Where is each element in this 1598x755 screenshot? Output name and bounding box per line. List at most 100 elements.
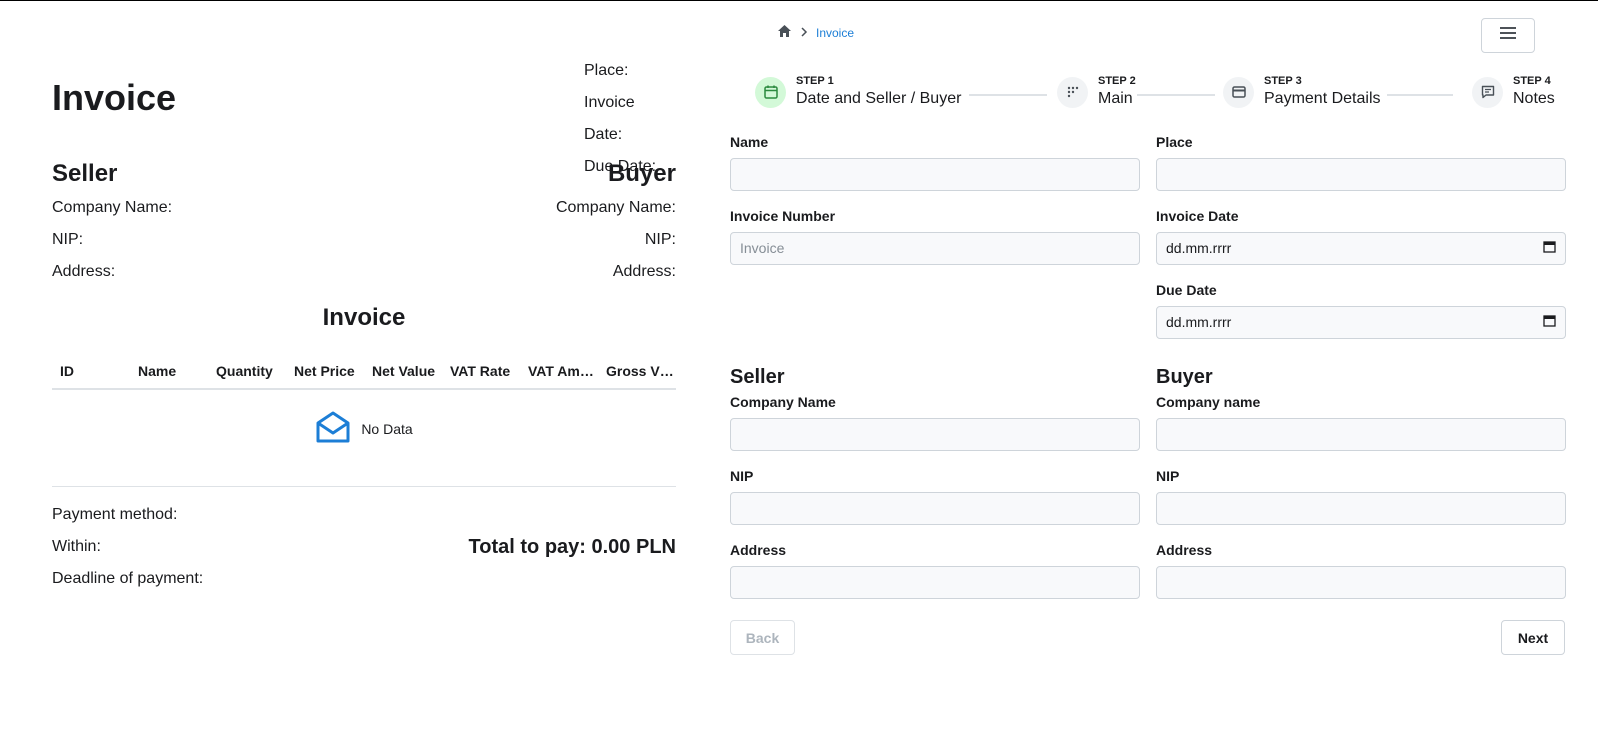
invoice-number-field: Invoice Number Invoice	[730, 206, 1140, 265]
buyer-address-field: Address	[1156, 540, 1566, 599]
step-label: Date and Seller / Buyer	[796, 90, 962, 107]
column-header[interactable]: Quantity	[208, 357, 286, 388]
due-date-input[interactable]: dd.mm.rrrr	[1156, 306, 1566, 339]
due-date-label: Due Date	[1156, 282, 1217, 298]
step-connector	[1387, 94, 1453, 96]
buyer-company-field: Company name	[1156, 392, 1566, 451]
credit-card-icon	[1223, 76, 1254, 108]
seller-address-label: Address	[730, 542, 787, 558]
payment-within: Within:	[52, 538, 101, 555]
buyer-nip-label: NIP	[1156, 468, 1180, 484]
top-border	[0, 0, 1598, 1]
preview-buyer: Buyer Company Name: NIP: Address:	[376, 158, 676, 288]
due-date-field: Due Date dd.mm.rrrr	[1156, 280, 1566, 339]
step-label: Main	[1098, 90, 1133, 107]
payment-info: Payment method: Within: Deadline of paym…	[52, 499, 203, 595]
invoice-number-input[interactable]: Invoice	[730, 232, 1140, 265]
place-input[interactable]	[1156, 158, 1566, 191]
buyer-section-heading: Buyer	[1156, 366, 1213, 388]
step-connector	[1137, 94, 1215, 96]
seller-company-label: Company Name	[730, 394, 836, 410]
buyer-nip-field: NIP	[1156, 466, 1566, 525]
seller-section-heading: Seller	[730, 366, 785, 388]
divider	[52, 486, 676, 487]
step-label: Payment Details	[1264, 90, 1381, 107]
table-empty-state: No Data	[52, 410, 676, 447]
seller-company-field: Company Name	[730, 392, 1140, 451]
step-1[interactable]: STEP 1 Date and Seller / Buyer	[755, 74, 961, 110]
name-label: Name	[730, 134, 769, 150]
home-icon[interactable]	[777, 24, 792, 41]
mail-open-icon	[315, 410, 351, 447]
invoice-date-field: Invoice Date dd.mm.rrrr	[1156, 206, 1566, 265]
back-button[interactable]: Back	[730, 620, 795, 655]
table-title: Invoice	[322, 304, 406, 331]
calendar-picker-icon[interactable]	[1543, 233, 1556, 264]
column-header[interactable]: VAT Rate	[442, 357, 520, 388]
next-button[interactable]: Next	[1501, 620, 1565, 655]
buyer-company-label: Company name	[1156, 394, 1261, 410]
column-header[interactable]: Net Price	[286, 357, 364, 388]
calendar-picker-icon[interactable]	[1543, 307, 1556, 338]
seller-nip-input[interactable]	[730, 492, 1140, 525]
step-number: STEP 3	[1264, 75, 1302, 87]
buyer-address: Address:	[612, 263, 676, 280]
due-date-value: dd.mm.rrrr	[1166, 314, 1232, 330]
buyer-nip: NIP:	[644, 231, 676, 248]
meta-invoice-date: Invoice Date:	[584, 94, 635, 143]
step-connector	[969, 94, 1047, 96]
invoice-number-label: Invoice Number	[730, 208, 836, 224]
table-header: ID Name Quantity Net Price Net Value VAT…	[52, 357, 676, 390]
no-data-text: No Data	[361, 420, 413, 437]
step-3[interactable]: STEP 3 Payment Details	[1223, 74, 1381, 110]
invoice-date-label: Invoice Date	[1156, 208, 1239, 224]
seller-address-input[interactable]	[730, 566, 1140, 599]
breadcrumb: Invoice	[777, 24, 854, 41]
preview-seller: Seller Company Name: NIP: Address:	[52, 158, 352, 288]
buyer-nip-input[interactable]	[1156, 492, 1566, 525]
column-header[interactable]: ID	[52, 357, 130, 388]
payment-method: Payment method:	[52, 506, 178, 523]
buyer-company: Company Name:	[555, 199, 676, 216]
step-2[interactable]: STEP 2 Main	[1057, 74, 1136, 110]
name-field: Name	[730, 132, 1140, 191]
meta-place: Place:	[584, 62, 629, 79]
step-number: STEP 1	[796, 75, 834, 87]
name-input[interactable]	[730, 158, 1140, 191]
chevron-right-icon	[800, 26, 808, 40]
invoice-date-input[interactable]: dd.mm.rrrr	[1156, 232, 1566, 265]
seller-nip: NIP:	[52, 231, 84, 248]
step-label: Notes	[1513, 90, 1555, 107]
menu-button[interactable]	[1481, 18, 1535, 53]
hamburger-icon	[1499, 26, 1517, 45]
breadcrumb-current[interactable]: Invoice	[816, 26, 854, 40]
seller-company-input[interactable]	[730, 418, 1140, 451]
buyer-heading: Buyer	[607, 160, 676, 187]
column-header[interactable]: VAT Am…	[520, 357, 598, 388]
calendar-icon	[755, 76, 786, 108]
seller-heading: Seller	[52, 160, 118, 187]
step-4[interactable]: STEP 4 Notes	[1472, 74, 1555, 110]
grid-dots-icon	[1057, 76, 1088, 108]
stepper: STEP 1 Date and Seller / Buyer STEP 2 Ma…	[755, 74, 1555, 118]
total-to-pay: Total to pay: 0.00 PLN	[468, 536, 676, 558]
invoice-date-value: dd.mm.rrrr	[1166, 240, 1232, 256]
seller-nip-field: NIP	[730, 466, 1140, 525]
column-header[interactable]: Gross V…	[598, 357, 676, 388]
buyer-address-label: Address	[1156, 542, 1213, 558]
preview-title: Invoice	[52, 77, 177, 118]
column-header[interactable]: Name	[130, 357, 208, 388]
seller-address-field: Address	[730, 540, 1140, 599]
notes-icon	[1472, 76, 1503, 108]
place-label: Place	[1156, 134, 1193, 150]
step-number: STEP 4	[1513, 75, 1551, 87]
step-number: STEP 2	[1098, 75, 1136, 87]
buyer-address-input[interactable]	[1156, 566, 1566, 599]
place-field: Place	[1156, 132, 1566, 191]
buyer-company-input[interactable]	[1156, 418, 1566, 451]
column-header[interactable]: Net Value	[364, 357, 442, 388]
seller-address: Address:	[52, 263, 116, 280]
payment-deadline: Deadline of payment:	[52, 570, 204, 587]
seller-company: Company Name:	[52, 199, 173, 216]
seller-nip-label: NIP	[730, 468, 754, 484]
